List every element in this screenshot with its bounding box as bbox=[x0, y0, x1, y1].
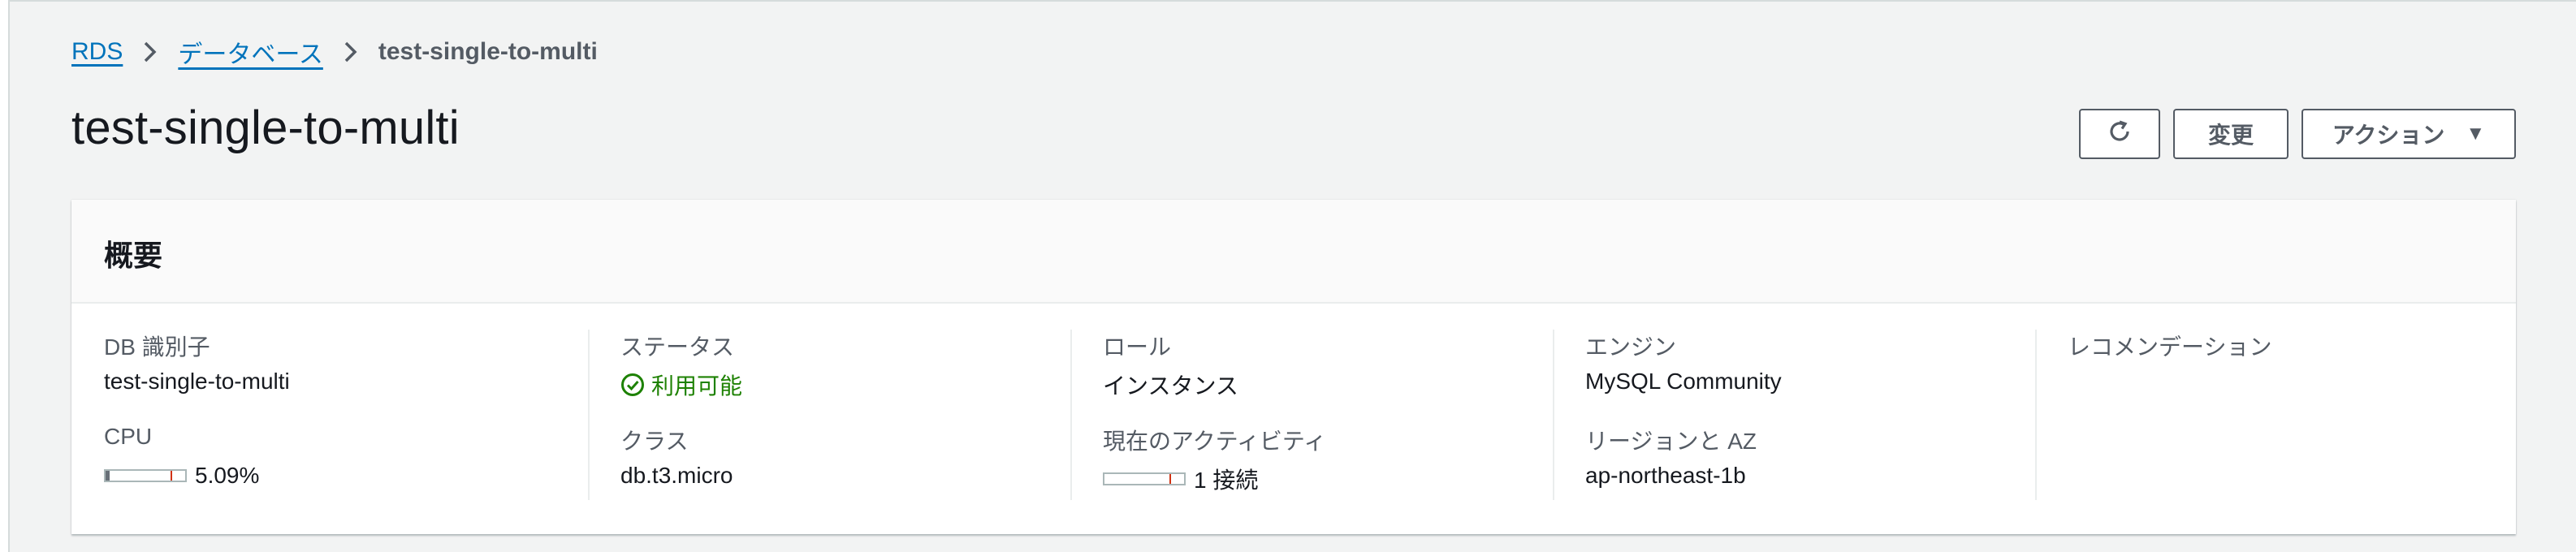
column-status: ステータス 利用可能 クラス db.t3.micro bbox=[588, 330, 1070, 500]
side-navigation-rail bbox=[0, 0, 10, 552]
cpu-label: CPU bbox=[104, 424, 153, 449]
status-text: 利用可能 bbox=[651, 373, 743, 399]
cpu-value: 5.09% bbox=[195, 463, 260, 488]
column-engine: エンジン MySQL Community リージョンと AZ ap-northe… bbox=[1553, 330, 2035, 500]
actions-button-label: アクション bbox=[2332, 123, 2445, 148]
class-value: db.t3.micro bbox=[620, 463, 733, 488]
refresh-icon bbox=[2106, 118, 2133, 151]
activity-label: 現在のアクティビティ bbox=[1103, 429, 1327, 454]
modify-button[interactable]: 変更 bbox=[2173, 109, 2289, 159]
activity-meter-threshold bbox=[1169, 474, 1171, 484]
summary-title: 概要 bbox=[104, 239, 163, 272]
cpu-meter-threshold bbox=[171, 471, 172, 481]
cpu-meter-fill bbox=[106, 471, 110, 481]
column-role: ロール インスタンス 現在のアクティビティ 1 接続 bbox=[1070, 330, 1553, 500]
chevron-right-icon bbox=[335, 41, 367, 63]
column-recommendation: レコメンデーション bbox=[2035, 330, 2483, 500]
recommendation-label: レコメンデーション bbox=[2068, 334, 2272, 360]
engine-label: エンジン bbox=[1585, 334, 1677, 360]
activity-value: 1 接続 bbox=[1194, 468, 1259, 493]
role-value: インスタンス bbox=[1103, 373, 1238, 399]
role-label: ロール bbox=[1103, 334, 1172, 360]
cpu-field: 5.09% bbox=[104, 463, 259, 489]
check-circle-icon bbox=[620, 373, 651, 397]
region-value: ap-northeast-1b bbox=[1585, 463, 1746, 488]
activity-field: 1 接続 bbox=[1103, 463, 1258, 495]
summary-panel: 概要 DB 識別子 test-single-to-multi CPU 5.09%… bbox=[71, 200, 2516, 534]
chevron-right-icon bbox=[134, 41, 166, 63]
db-identifier-value: test-single-to-multi bbox=[104, 369, 290, 394]
column-identifier: DB 識別子 test-single-to-multi CPU 5.09% bbox=[104, 330, 588, 500]
class-label: クラス bbox=[620, 429, 689, 454]
cpu-meter bbox=[104, 469, 187, 482]
caret-down-icon: ▼ bbox=[2466, 123, 2486, 144]
page-title: test-single-to-multi bbox=[71, 101, 460, 154]
breadcrumb: RDS データベース test-single-to-multi bbox=[71, 34, 598, 70]
engine-value: MySQL Community bbox=[1585, 369, 1782, 394]
breadcrumb-rds-link[interactable]: RDS bbox=[71, 38, 123, 66]
summary-panel-header: 概要 bbox=[71, 200, 2516, 304]
actions-dropdown-button[interactable]: アクション ▼ bbox=[2302, 109, 2516, 159]
activity-meter bbox=[1103, 472, 1186, 485]
status-label: ステータス bbox=[620, 334, 735, 360]
refresh-button[interactable] bbox=[2079, 109, 2160, 159]
region-label: リージョンと AZ bbox=[1585, 429, 1757, 454]
top-border bbox=[0, 0, 2576, 2]
db-identifier-label: DB 識別子 bbox=[104, 334, 210, 360]
status-value: 利用可能 bbox=[620, 369, 742, 401]
modify-button-label: 変更 bbox=[2207, 123, 2254, 148]
breadcrumb-current: test-single-to-multi bbox=[378, 38, 598, 65]
breadcrumb-databases-link[interactable]: データベース bbox=[178, 34, 323, 70]
